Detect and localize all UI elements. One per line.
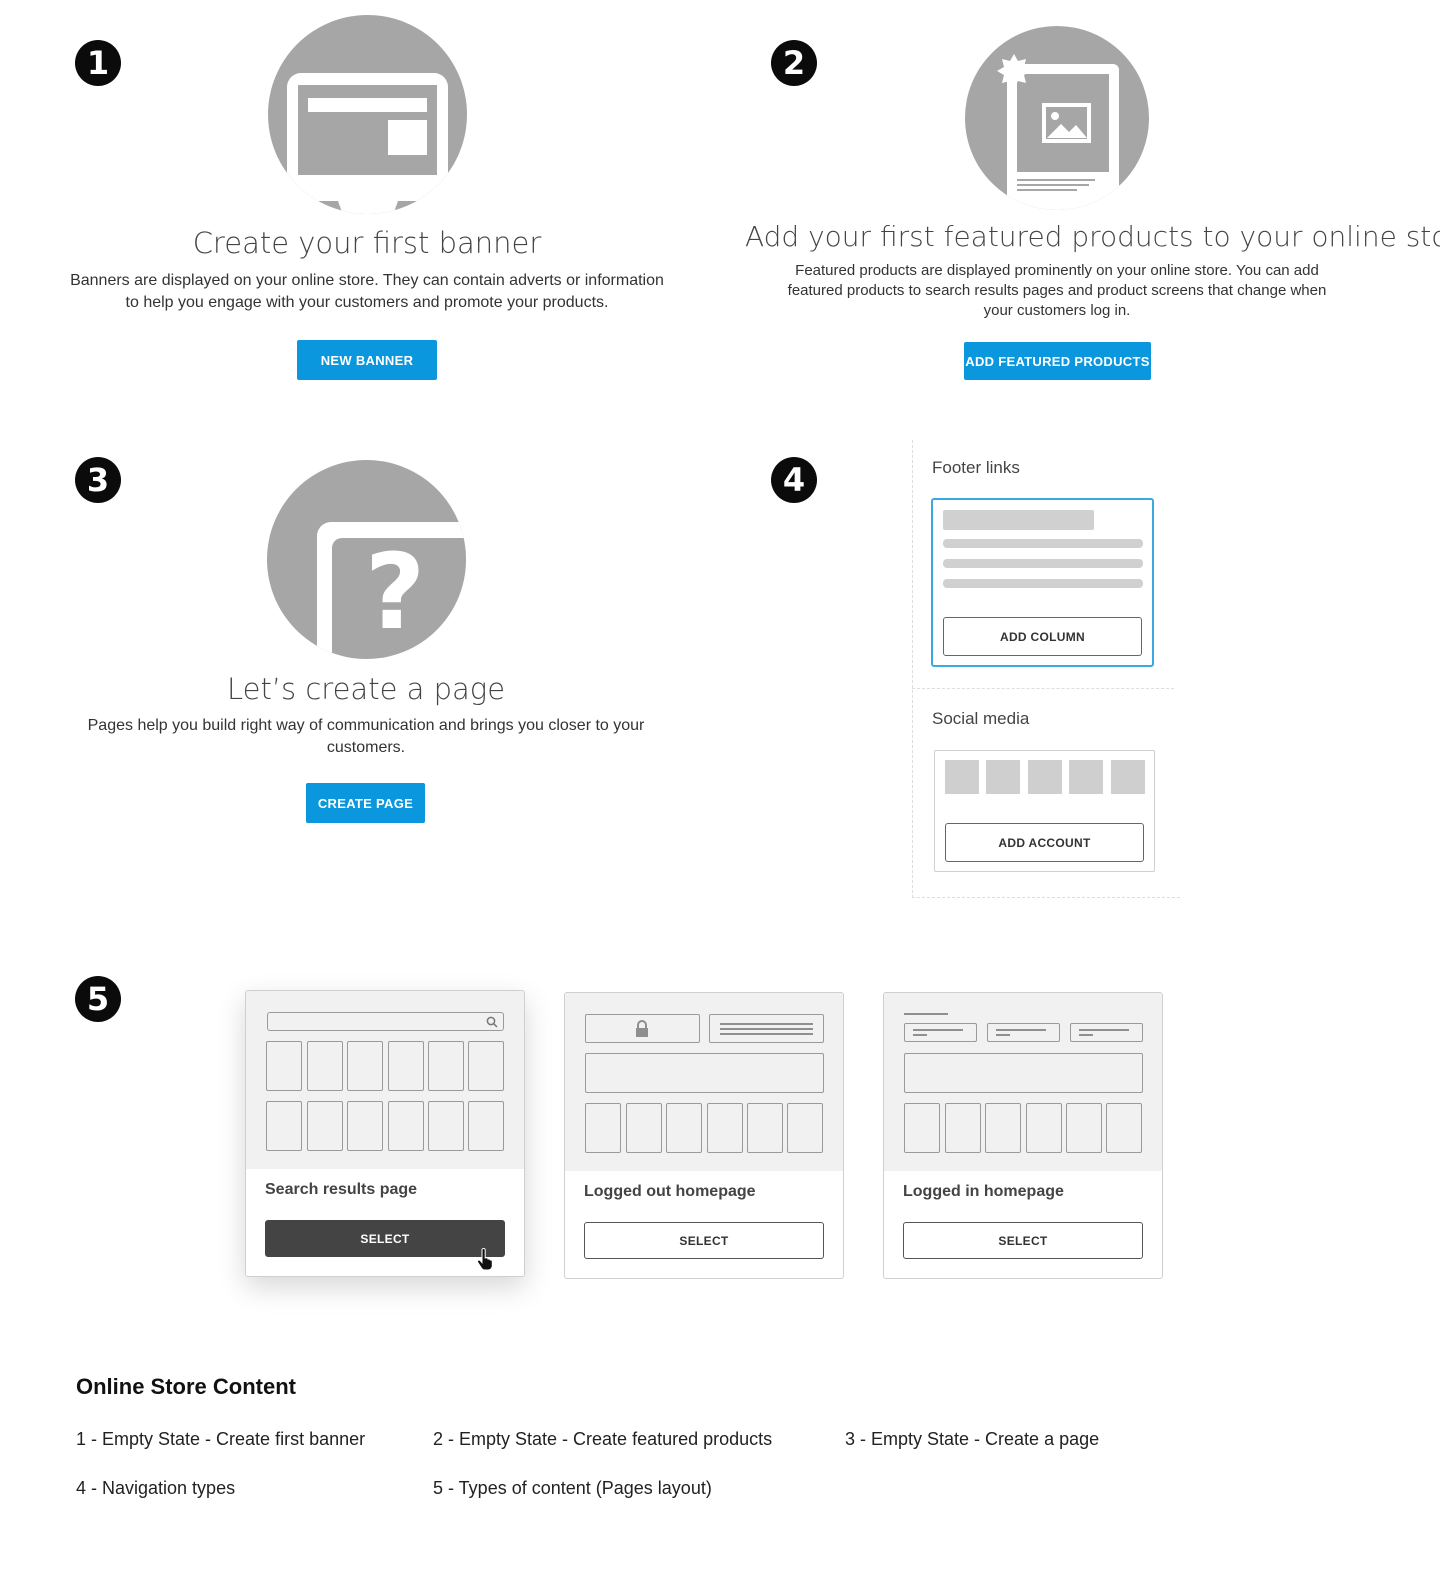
product-tile-placeholder (468, 1101, 504, 1151)
legend-item-5: 5 - Types of content (Pages layout) (433, 1478, 712, 1498)
text-line (720, 1028, 813, 1030)
nav-divider-vertical (912, 440, 913, 898)
product-tile-placeholder (985, 1103, 1021, 1153)
product-tile-placeholder (428, 1041, 464, 1091)
step-number-2: 2 (771, 40, 817, 86)
nav-divider-bottom (912, 897, 1180, 898)
layout-preview (565, 993, 843, 1171)
product-tile-placeholder (904, 1103, 940, 1153)
layout-card-title: Search results page (265, 1181, 418, 1198)
text-line (904, 1013, 948, 1015)
legend-item-2: 2 - Empty State - Create featured produc… (433, 1429, 773, 1449)
text-line (720, 1023, 813, 1025)
page-title: Let’s create a page (226, 672, 506, 706)
layout-card-title: Logged out homepage (584, 1183, 756, 1200)
layout-card-title: Logged in homepage (903, 1183, 1064, 1200)
banner-title: Create your first banner (192, 226, 542, 260)
select-button-logged-in[interactable]: SELECT (903, 1222, 1143, 1259)
featured-product-icon (965, 26, 1149, 210)
legend-item-4: 4 - Navigation types (76, 1478, 236, 1498)
text-line (996, 1029, 1046, 1031)
add-featured-products-button[interactable]: ADD FEATURED PRODUCTS (964, 342, 1151, 380)
product-tile-placeholder (585, 1103, 621, 1153)
create-page-button[interactable]: CREATE PAGE (306, 783, 425, 823)
nav-divider-horizontal (912, 688, 1174, 689)
product-tile-placeholder (266, 1041, 302, 1091)
monitor-banner-icon (268, 15, 467, 214)
product-tile-placeholder (666, 1103, 702, 1153)
product-tile-placeholder (428, 1101, 464, 1151)
nav-tab-placeholder (1070, 1023, 1143, 1042)
footer-heading-placeholder (943, 510, 1094, 530)
legend-item-3: 3 - Empty State - Create a page (845, 1429, 1100, 1449)
social-icon-placeholder (986, 760, 1020, 794)
text-line (1079, 1029, 1129, 1031)
select-button-search-results[interactable]: SELECT (265, 1220, 505, 1257)
page-description: Pages help you build right way of commun… (87, 717, 645, 756)
hero-banner-placeholder (585, 1053, 824, 1093)
social-icon-placeholder (1028, 760, 1062, 794)
question-page-icon: ? (267, 460, 466, 659)
product-tile-placeholder (347, 1041, 383, 1091)
footer-title: Online Store Content (76, 1374, 296, 1399)
text-line (996, 1034, 1010, 1036)
product-tile-placeholder (945, 1103, 981, 1153)
featured-title: Add your first featured products to your… (745, 220, 1440, 253)
footer-line-placeholder (943, 559, 1143, 568)
product-tile-placeholder (1106, 1103, 1142, 1153)
lock-icon (636, 1020, 648, 1037)
product-tile-placeholder (1026, 1103, 1062, 1153)
search-bar-placeholder (267, 1012, 504, 1031)
featured-description: Featured products are displayed prominen… (787, 262, 1327, 319)
step-number-5: 5 (75, 976, 121, 1022)
text-line (913, 1029, 963, 1031)
product-tile-placeholder (307, 1101, 343, 1151)
product-tile-placeholder (747, 1103, 783, 1153)
product-tile-placeholder (307, 1041, 343, 1091)
product-tile-placeholder (787, 1103, 823, 1153)
text-line (913, 1034, 927, 1036)
banner-description: Banners are displayed on your online sto… (70, 272, 664, 311)
product-tile-placeholder (347, 1101, 383, 1151)
new-banner-button[interactable]: NEW BANNER (297, 340, 437, 380)
search-icon (486, 1016, 498, 1028)
layout-preview (246, 991, 524, 1169)
product-tile-placeholder (707, 1103, 743, 1153)
layout-preview (884, 993, 1162, 1171)
step-number-1: 1 (75, 40, 121, 86)
svg-text:?: ? (365, 531, 425, 653)
social-media-label: Social media (932, 709, 1030, 728)
nav-tab-placeholder (987, 1023, 1060, 1042)
product-tile-placeholder (1066, 1103, 1102, 1153)
header-text-placeholder (709, 1014, 824, 1043)
product-tile-placeholder (468, 1041, 504, 1091)
nav-tab-placeholder (904, 1023, 977, 1042)
product-tile-placeholder (266, 1101, 302, 1151)
social-icon-placeholder (945, 760, 979, 794)
social-icon-placeholder (1069, 760, 1103, 794)
product-tile-placeholder (388, 1041, 424, 1091)
footer-links-label: Footer links (932, 458, 1020, 477)
hand-cursor-icon (477, 1248, 493, 1271)
login-box-placeholder (585, 1014, 700, 1043)
footer-line-placeholder (943, 579, 1143, 588)
hero-banner-placeholder (904, 1053, 1143, 1093)
step-number-3: 3 (75, 457, 121, 503)
social-icon-placeholder (1111, 760, 1145, 794)
add-column-button[interactable]: ADD COLUMN (943, 617, 1142, 656)
product-tile-placeholder (626, 1103, 662, 1153)
footer-line-placeholder (943, 539, 1143, 548)
text-line (1079, 1034, 1093, 1036)
step-number-4: 4 (771, 457, 817, 503)
add-account-button[interactable]: ADD ACCOUNT (945, 823, 1144, 862)
legend-item-1: 1 - Empty State - Create first banner (76, 1429, 366, 1449)
product-tile-placeholder (388, 1101, 424, 1151)
text-line (720, 1033, 813, 1035)
select-button-logged-out[interactable]: SELECT (584, 1222, 824, 1259)
